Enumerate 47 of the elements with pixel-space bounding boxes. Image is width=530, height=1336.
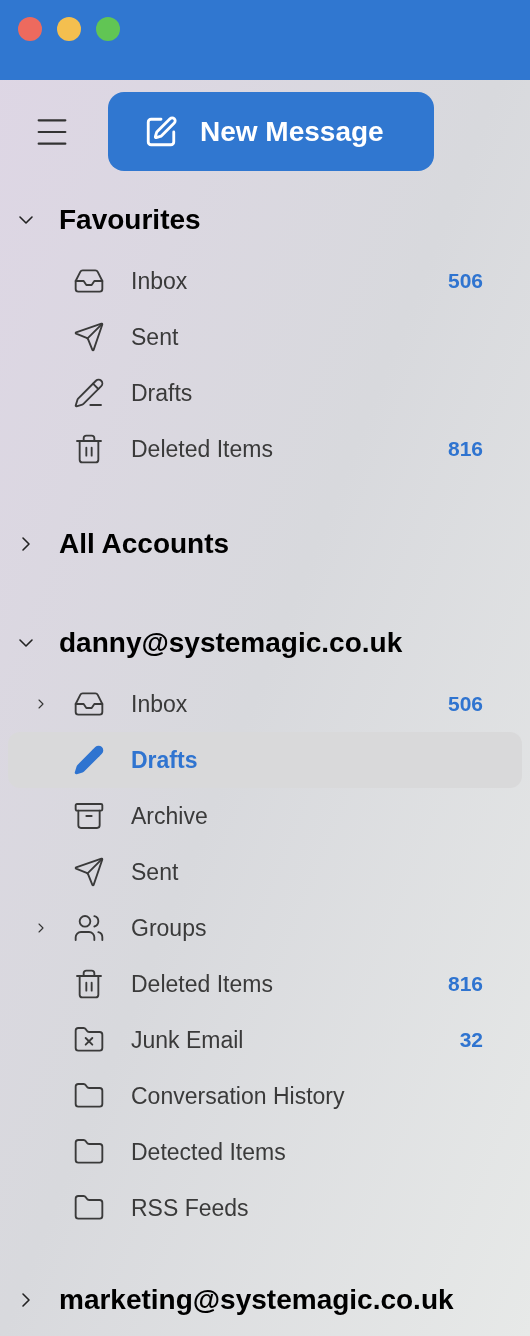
- folder-item[interactable]: Detected Items: [8, 1124, 522, 1180]
- folder-label: Detected Items: [131, 1137, 286, 1167]
- section-title[interactable]: All Accounts: [59, 523, 230, 565]
- pencil-icon: [73, 744, 105, 776]
- folder-item[interactable]: Drafts: [8, 365, 522, 421]
- folder-label: Archive: [131, 801, 208, 831]
- new-message-button[interactable]: New Message: [108, 92, 434, 171]
- trash-icon: [73, 968, 105, 1000]
- unread-count: 816: [447, 436, 483, 463]
- folder-item[interactable]: Deleted Items 816: [8, 956, 522, 1012]
- folder-label: Deleted Items: [131, 434, 273, 464]
- folder-label: Deleted Items: [131, 969, 273, 999]
- folder-label: Sent: [131, 857, 179, 887]
- folder-label: Junk Email: [131, 1025, 244, 1055]
- folder-item[interactable]: Junk Email 32: [8, 1012, 522, 1068]
- folder-label: Conversation History: [131, 1081, 345, 1111]
- folder-label: Inbox: [131, 689, 188, 719]
- send-icon: [73, 856, 105, 888]
- unread-count: 32: [459, 1027, 483, 1054]
- trash-icon: [73, 433, 105, 465]
- compose-icon: [144, 114, 178, 149]
- folder-label: RSS Feeds: [131, 1193, 249, 1223]
- pencil-icon: [73, 377, 105, 409]
- people-icon: [73, 912, 105, 944]
- send-icon: [73, 321, 105, 353]
- folder-item[interactable]: Conversation History: [8, 1068, 522, 1124]
- archive-icon: [73, 800, 105, 832]
- unread-count: 506: [447, 268, 483, 295]
- minimize-window-button[interactable]: [57, 17, 81, 41]
- folder-item[interactable]: Inbox 506: [8, 253, 522, 309]
- folder-item[interactable]: Groups: [8, 900, 522, 956]
- section-title[interactable]: danny@systemagic.co.uk: [59, 622, 403, 664]
- folder-label: Inbox: [131, 266, 188, 296]
- folder-label: Drafts: [131, 378, 193, 408]
- folder-item[interactable]: Sent: [8, 309, 522, 365]
- section-title[interactable]: marketing@systemagic.co.uk: [59, 1279, 454, 1321]
- folder-item[interactable]: Inbox 506: [8, 676, 522, 732]
- folder-label: Sent: [131, 322, 179, 352]
- folder-item[interactable]: Sent: [8, 844, 522, 900]
- section-title[interactable]: Favourites: [59, 199, 201, 241]
- unread-count: 506: [447, 691, 483, 718]
- folder-label: Drafts: [131, 745, 198, 775]
- unread-count: 816: [447, 971, 483, 998]
- folder-item[interactable]: Deleted Items 816: [8, 421, 522, 477]
- folder-item[interactable]: Archive: [8, 788, 522, 844]
- folder-item[interactable]: RSS Feeds: [8, 1180, 522, 1236]
- folder-label: Groups: [131, 913, 207, 943]
